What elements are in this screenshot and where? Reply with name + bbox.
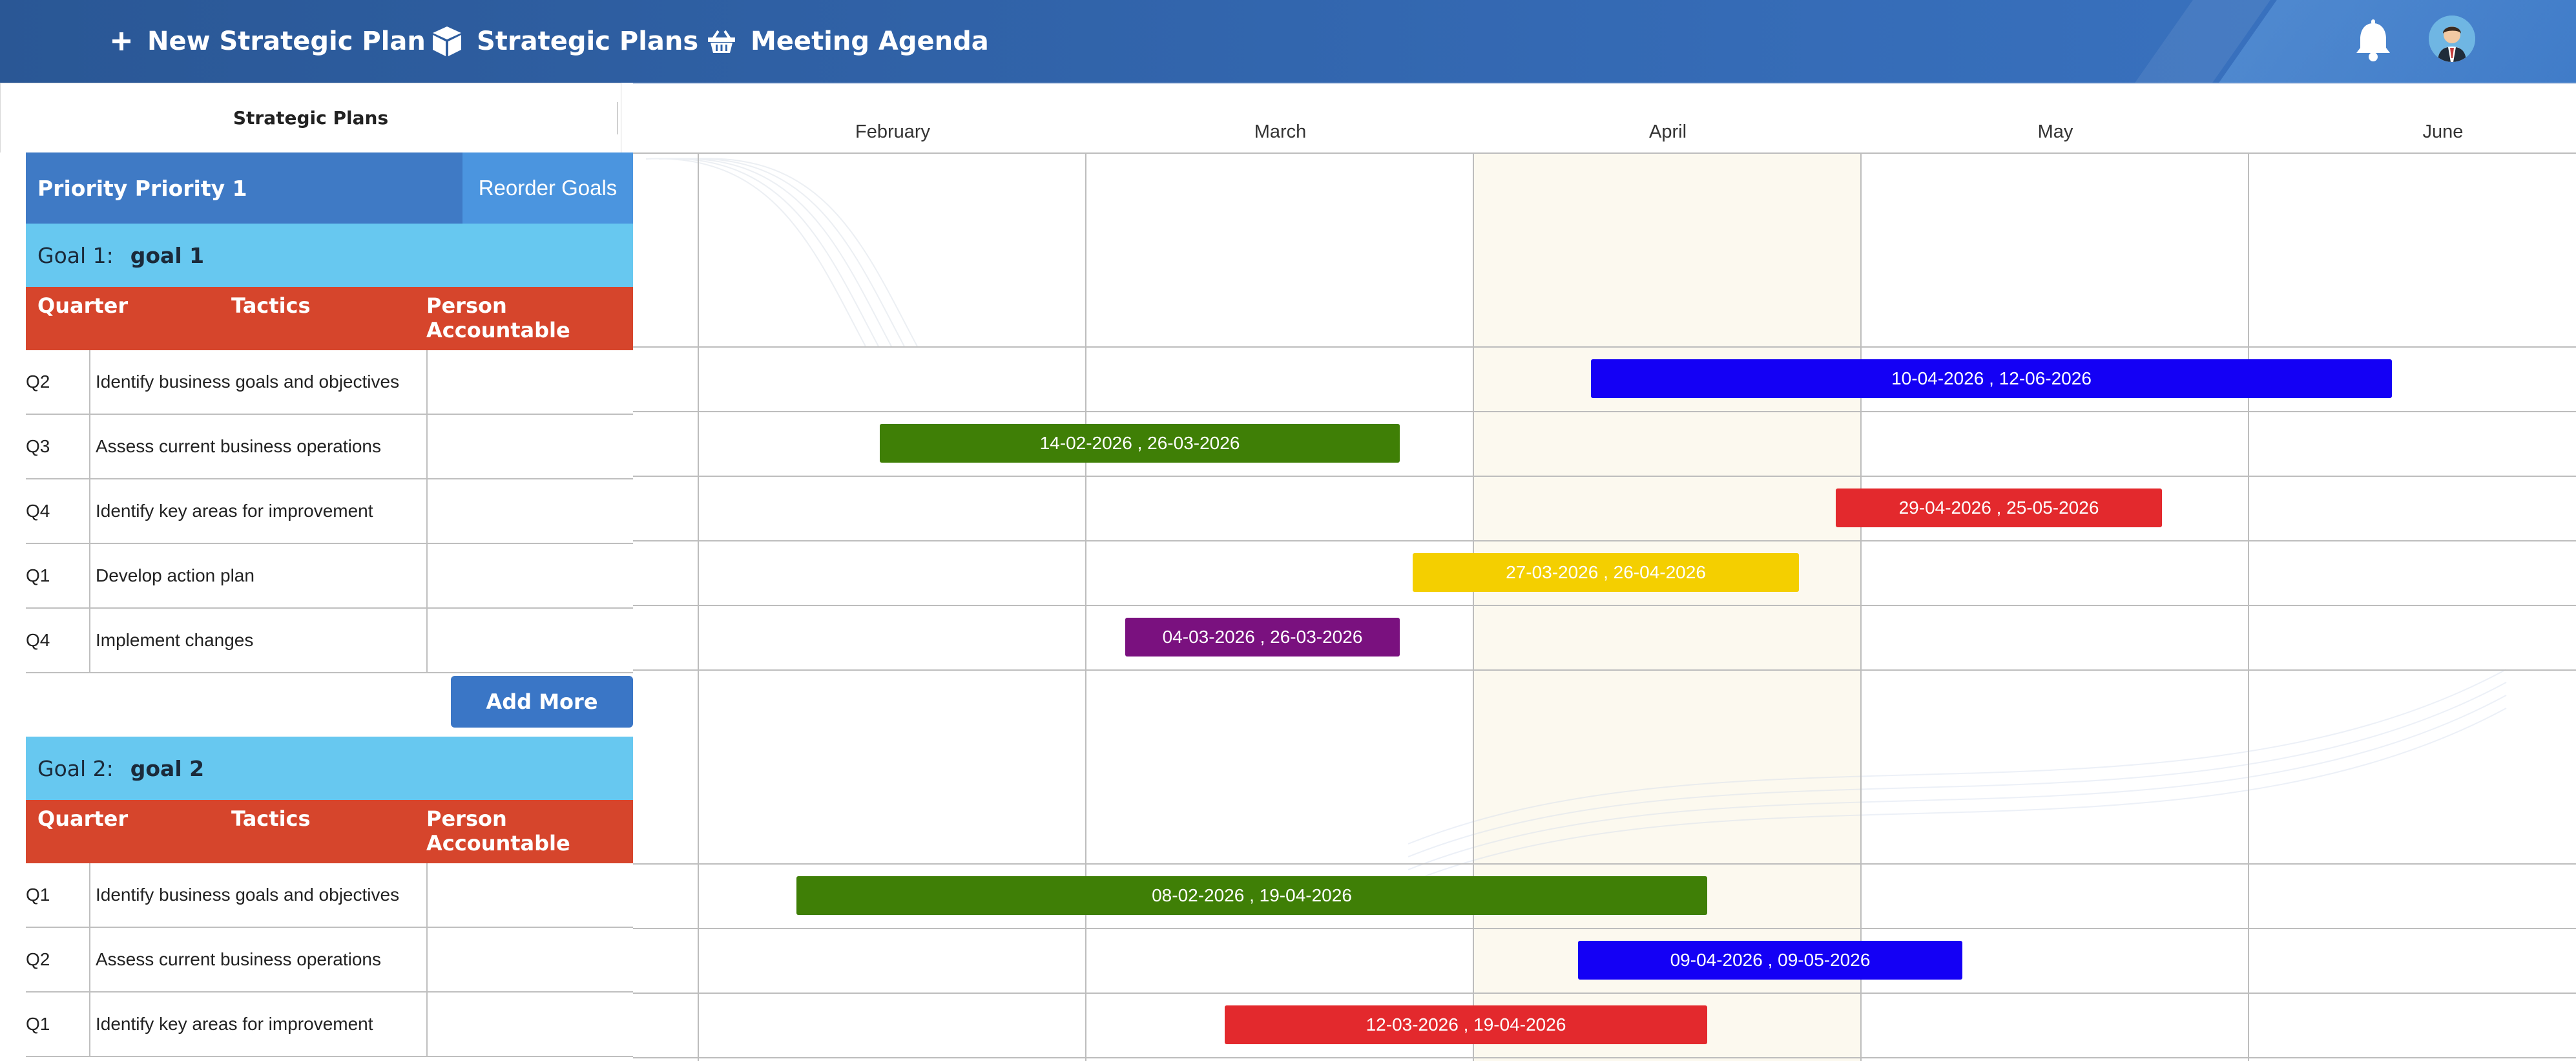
- quarter-cell: Q1: [26, 863, 90, 927]
- gantt-bar[interactable]: 09-04-2026 , 09-05-2026: [1578, 941, 1962, 980]
- month-label: February: [855, 121, 931, 142]
- month-label: March: [1254, 121, 1307, 142]
- gantt-bar[interactable]: 27-03-2026 , 26-04-2026: [1413, 553, 1799, 592]
- top-navigation-bar: New Strategic Plan Strategic Plans Meeti…: [0, 0, 2576, 83]
- table-row[interactable]: Q1 Identify key areas for improvement: [26, 993, 633, 1057]
- quarter-cell: Q1: [26, 544, 90, 607]
- table-row[interactable]: Q4 Identify key areas for improvement: [26, 479, 633, 544]
- divider: [633, 83, 2576, 85]
- person-cell[interactable]: [426, 350, 633, 414]
- goal-prefix: Goal 1:: [37, 242, 114, 268]
- goal-name: goal 1: [130, 242, 205, 268]
- column-header-quarter: Quarter: [37, 806, 129, 831]
- quarter-cell: Q2: [26, 350, 90, 414]
- basket-icon: [707, 28, 736, 54]
- tactic-cell: Identify business goals and objectives: [96, 372, 400, 392]
- gridline: [633, 346, 2576, 348]
- person-cell[interactable]: [426, 415, 633, 478]
- nav-strategic-plans[interactable]: Strategic Plans: [431, 0, 698, 83]
- add-more-button[interactable]: Add More: [451, 676, 633, 728]
- notification-bell-icon[interactable]: [2351, 19, 2395, 65]
- tactic-cell: Assess current business operations: [96, 949, 381, 969]
- table-row[interactable]: Q1 Develop action plan: [26, 544, 633, 609]
- gridline: [2248, 152, 2249, 1061]
- nav-label: Meeting Agenda: [751, 26, 989, 56]
- month-label: May: [2037, 121, 2073, 142]
- gridline: [1473, 152, 1474, 1061]
- nav-meeting-agenda[interactable]: Meeting Agenda: [707, 0, 989, 83]
- month-label: June: [2422, 121, 2464, 142]
- month-label: April: [1648, 121, 1687, 142]
- table-row[interactable]: Q2 Assess current business operations: [26, 928, 633, 993]
- reorder-goals-button[interactable]: Reorder Goals: [462, 152, 633, 224]
- quarter-cell: Q2: [26, 928, 90, 991]
- goal-prefix: Goal 2:: [37, 755, 114, 781]
- current-month-highlight: [1474, 152, 1862, 1061]
- gantt-bar[interactable]: 29-04-2026 , 25-05-2026: [1836, 488, 2162, 527]
- gridline: [633, 928, 2576, 929]
- table-row[interactable]: Q1 Identify business goals and objective…: [26, 863, 633, 928]
- nav-label: New Strategic Plan: [147, 26, 426, 56]
- header-decoration: [2219, 0, 2576, 83]
- tactic-cell: Develop action plan: [96, 565, 254, 585]
- person-cell[interactable]: [426, 863, 633, 927]
- gantt-bar[interactable]: 04-03-2026 , 26-03-2026: [1125, 618, 1400, 657]
- nav-new-strategic-plan[interactable]: New Strategic Plan: [110, 0, 426, 83]
- table-row[interactable]: Q2 Identify business goals and objective…: [26, 350, 633, 415]
- gridline: [633, 476, 2576, 477]
- gantt-bar[interactable]: 08-02-2026 , 19-04-2026: [796, 876, 1707, 915]
- table-header: Quarter Tactics Person Accountable: [26, 800, 633, 865]
- goal-header: Goal 2: goal 2: [26, 737, 633, 800]
- column-header-quarter: Quarter: [37, 293, 129, 318]
- cube-icon: [431, 25, 462, 58]
- column-header-tactics: Tactics: [231, 293, 311, 318]
- table-row[interactable]: Q3 Assess current business operations: [26, 415, 633, 479]
- table-row[interactable]: Q4 Implement changes: [26, 609, 633, 673]
- goal-header: Goal 1: goal 1: [26, 224, 633, 287]
- person-cell[interactable]: [426, 993, 633, 1056]
- tactic-cell: Assess current business operations: [96, 436, 381, 456]
- goal-name: goal 2: [130, 755, 205, 781]
- gantt-chart: 10-04-2026 , 12-06-2026 14-02-2026 , 26-…: [633, 152, 2576, 1061]
- background-pattern: [1408, 669, 2507, 883]
- gridline: [633, 540, 2576, 541]
- tactic-cell: Implement changes: [96, 630, 254, 650]
- gantt-bar[interactable]: 14-02-2026 , 26-03-2026: [880, 424, 1400, 463]
- gridline: [698, 152, 699, 1061]
- user-avatar[interactable]: [2429, 16, 2475, 62]
- plus-icon: [110, 30, 133, 53]
- gridline: [633, 993, 2576, 994]
- priority-header: Priority Priority 1 Reorder Goals: [26, 152, 633, 224]
- gridline: [633, 669, 2576, 671]
- quarter-cell: Q4: [26, 479, 90, 543]
- gantt-bar[interactable]: 10-04-2026 , 12-06-2026: [1591, 359, 2392, 398]
- tactic-cell: Identify business goals and objectives: [96, 885, 400, 905]
- divider: [617, 102, 618, 134]
- nav-label: Strategic Plans: [477, 26, 699, 56]
- person-cell[interactable]: [426, 544, 633, 607]
- gridline: [633, 1057, 2576, 1058]
- tactic-cell: Identify key areas for improvement: [96, 1014, 373, 1034]
- quarter-cell: Q3: [26, 415, 90, 478]
- quarter-cell: Q1: [26, 993, 90, 1056]
- tab-strategic-plans[interactable]: Strategic Plans: [0, 83, 621, 152]
- quarter-cell: Q4: [26, 609, 90, 672]
- column-header-person: Person Accountable: [426, 806, 570, 856]
- gridline: [633, 863, 2576, 865]
- gridline: [1085, 152, 1086, 1061]
- person-cell[interactable]: [426, 479, 633, 543]
- person-cell[interactable]: [426, 609, 633, 672]
- gridline: [633, 152, 2576, 154]
- table-header: Quarter Tactics Person Accountable: [26, 287, 633, 352]
- tactic-cell: Identify key areas for improvement: [96, 501, 373, 521]
- gridline: [1860, 152, 1862, 1061]
- column-header-person: Person Accountable: [426, 293, 570, 342]
- person-cell[interactable]: [426, 928, 633, 991]
- background-pattern: [646, 158, 918, 347]
- gantt-bar[interactable]: 12-03-2026 , 19-04-2026: [1225, 1005, 1707, 1044]
- priority-title: Priority Priority 1: [37, 175, 247, 201]
- gridline: [633, 605, 2576, 606]
- column-header-tactics: Tactics: [231, 806, 311, 831]
- gridline: [633, 411, 2576, 412]
